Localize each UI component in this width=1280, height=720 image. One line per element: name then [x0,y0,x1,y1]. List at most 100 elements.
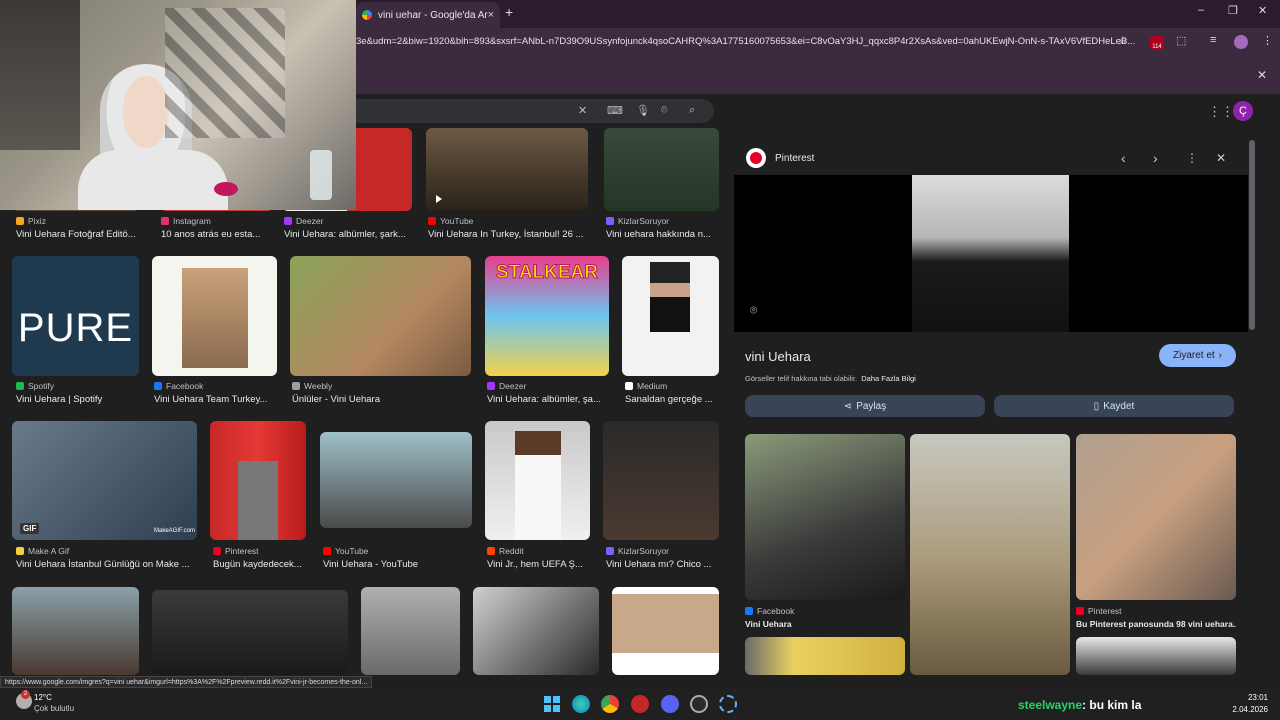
search-icon[interactable]: ⌕ [689,104,695,117]
result-caption[interactable]: Ünlüler - Vini Uehara [292,394,472,405]
visit-button[interactable]: Ziyaret et › [1159,344,1236,367]
close-panel-icon[interactable]: ✕ [1216,151,1226,165]
result-caption[interactable]: Vini Uehara In Turkey, İstanbul! 26 ... [428,229,593,240]
google-apps-icon[interactable]: ⋮⋮ [1208,104,1234,120]
save-button[interactable]: ▯ Kaydet [994,395,1234,417]
result-thumbnail[interactable] [12,587,139,675]
status-url: https://www.google.com/imgres?q=vini ueh… [0,676,373,688]
result-thumbnail[interactable] [485,421,590,540]
lens-camera-icon[interactable]: ⌾ [661,104,668,117]
microphone-icon[interactable]: 🎙 [636,104,650,117]
result-caption[interactable]: 10 anos atrás eu esta... [161,229,276,240]
stream-chat-message: steelwayne: bu kim la [1018,698,1141,712]
window-close-button[interactable]: ✕ [1258,4,1267,17]
result-thumbnail[interactable] [622,256,719,376]
edge-icon[interactable] [572,695,590,713]
result-caption[interactable]: Vini Uehara İstanbul Günlüğü on Make ... [16,559,196,570]
facebook-icon [154,382,162,390]
result-thumbnail[interactable] [426,128,588,211]
related-image[interactable] [1076,434,1236,600]
discord-icon[interactable] [661,695,679,713]
related-image[interactable] [745,637,905,675]
result-thumbnail[interactable]: STALKEAR [485,256,609,376]
result-caption[interactable]: Sanaldan gerçeğe ... [625,394,719,405]
start-icon[interactable] [543,695,561,713]
next-image-icon[interactable]: › [1153,150,1158,166]
result-thumbnail[interactable] [290,256,471,376]
result-thumbnail[interactable] [152,256,277,376]
result-caption[interactable]: Vini Uehara | Spotify [16,394,144,405]
google-account-avatar[interactable]: Ç [1233,101,1253,121]
extensions-puzzle-icon[interactable]: ⬚ [1176,34,1186,47]
pinterest-icon [213,547,221,555]
medium-icon [625,382,633,390]
keyboard-icon[interactable]: ⌨ [607,104,623,117]
result-source: YouTube [428,216,473,226]
app-icon[interactable] [631,695,649,713]
more-options-icon[interactable]: ⋮ [1186,151,1198,165]
result-thumbnail[interactable] [603,421,719,540]
result-caption[interactable]: Vini Uehara: albümler, şa... [487,394,609,405]
result-caption[interactable]: Vini Uehara - YouTube [323,559,473,570]
previous-image-icon[interactable]: ‹ [1121,150,1126,166]
clock-time[interactable]: 23:01 [1234,693,1268,702]
share-button[interactable]: ⋖ Paylaş [745,395,985,417]
result-caption[interactable]: Vini uehara hakkında n... [606,229,719,240]
related-image[interactable] [745,434,905,600]
preview-image[interactable] [912,175,1069,332]
window-minimize-button[interactable]: – [1198,4,1204,16]
result-thumbnail[interactable] [152,590,348,675]
result-caption[interactable]: Vini Uehara Fotoğraf Editö... [16,229,144,240]
chrome-icon[interactable] [601,695,619,713]
result-caption[interactable]: Vini Uehara Team Turkey... [154,394,276,405]
thumbnail-text: PURE [17,306,134,350]
browser-menu-icon[interactable]: ⋮ [1262,34,1273,47]
result-thumbnail[interactable]: GIF MakeAGIF.com [12,421,197,540]
tab-title: vini uehar - Google'da Ara [378,9,488,21]
obs-icon[interactable] [690,695,708,713]
result-source: KizlarSoruyor [606,546,669,556]
search-input[interactable] [340,99,714,123]
pinterest-logo-icon [746,148,766,168]
result-thumbnail[interactable] [604,128,719,211]
bookmark-icon: ▯ [1093,400,1100,412]
related-caption[interactable]: Vini Uehara [745,619,905,629]
result-thumbnail[interactable] [612,587,719,675]
panel-scrollbar[interactable] [1249,140,1255,330]
result-thumbnail[interactable] [361,587,460,675]
result-caption[interactable]: Vini Uehara: albümler, şark... [284,229,416,240]
browser-profile-avatar[interactable] [1234,35,1248,49]
extension-badge-count: 114 [1152,44,1162,50]
extension-badge[interactable]: 114 [1150,36,1164,50]
browser-tab[interactable]: vini uehar - Google'da Ara × [356,2,500,28]
related-image[interactable] [910,434,1070,675]
more-info-link[interactable]: Daha Fazla Bilgi [861,374,916,383]
result-thumbnail[interactable]: PURE [12,256,139,376]
panel-source[interactable]: Pinterest [775,153,814,164]
settings-icon[interactable] [719,695,737,713]
result-caption[interactable]: Vini Jr., hem UEFA Ş... [487,559,591,570]
tab-close-icon[interactable]: × [488,9,494,21]
result-thumbnail[interactable] [473,587,599,675]
clear-search-icon[interactable]: ✕ [578,104,587,117]
info-bar-close-icon[interactable]: ✕ [1257,68,1267,82]
result-caption[interactable]: Bugün kaydedecek... [213,559,309,570]
reading-list-icon[interactable]: ≡ [1210,34,1216,46]
window-restore-button[interactable]: ❐ [1228,4,1238,17]
result-thumbnail[interactable] [320,432,472,528]
kizlarsoruyor-icon [606,547,614,555]
address-bar[interactable]: 3e&udm=2&biw=1920&bih=893&sxsrf=ANbL-n7D… [356,31,1136,53]
result-source: YouTube [323,546,368,556]
new-tab-button[interactable]: + [505,4,513,20]
bookmark-star-icon[interactable]: ☆ [1118,34,1128,47]
chat-text: : bu kim la [1082,698,1142,712]
pixiz-icon [16,217,24,225]
panel-title[interactable]: vini Uehara [745,349,811,364]
related-image[interactable] [1076,637,1236,675]
related-caption[interactable]: Bu Pinterest panosunda 98 vini uehara... [1076,619,1236,629]
result-caption[interactable]: Vini Uehara mı? Chico ... [606,559,719,570]
gif-badge: GIF [20,523,40,534]
lens-search-icon[interactable]: ⌾ [750,303,757,318]
result-thumbnail[interactable] [210,421,306,540]
clock-date[interactable]: 2.04.2026 [1226,705,1268,714]
